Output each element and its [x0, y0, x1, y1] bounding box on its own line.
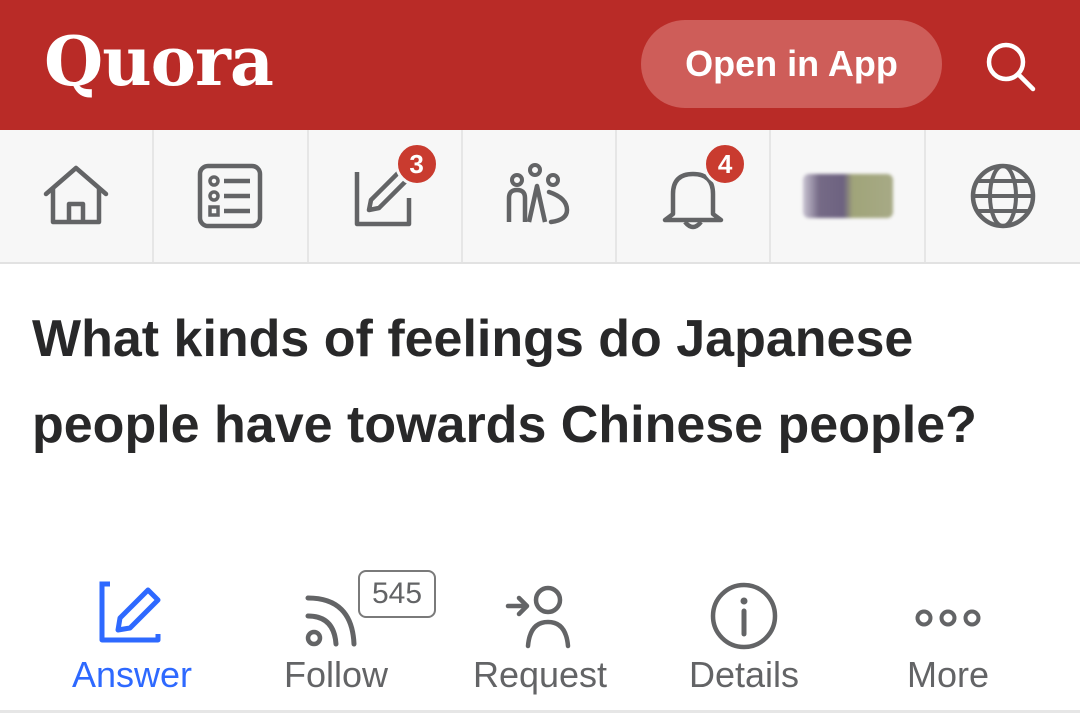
request-label: Request [472, 654, 608, 695]
quora-logo[interactable]: Quora [44, 22, 274, 102]
follow-count-badge: 545 [358, 570, 437, 618]
answer-list-icon [198, 163, 263, 229]
nav-language[interactable] [926, 130, 1080, 262]
top-header: Quora Open in App [0, 0, 1080, 130]
open-in-app-button[interactable]: Open in App [641, 20, 942, 108]
notifications-badge: 4 [703, 142, 748, 186]
nav-profile[interactable] [771, 130, 926, 262]
details-button[interactable]: Details [644, 566, 844, 706]
answer-label: Answer [71, 654, 193, 695]
avatar [802, 174, 893, 218]
search-button[interactable] [980, 36, 1040, 96]
home-icon [43, 165, 109, 225]
search-icon [986, 42, 1036, 92]
nav-write[interactable]: 3 [309, 130, 463, 262]
answer-pencil-icon [99, 581, 161, 643]
request-user-icon [505, 585, 571, 649]
spaces-icon [506, 163, 570, 225]
nav-bar: 3 4 [0, 130, 1080, 264]
details-label: Details [688, 654, 800, 695]
info-icon [710, 582, 778, 650]
follow-label: Follow [283, 654, 389, 695]
more-dots-icon [915, 609, 981, 627]
question-actions: Answer Follow Request Details More [0, 566, 1080, 712]
nav-spaces[interactable] [463, 130, 618, 262]
more-label: More [906, 654, 990, 695]
request-button[interactable]: Request [440, 566, 640, 706]
write-badge: 3 [394, 142, 439, 186]
answer-button[interactable]: Answer [32, 566, 232, 706]
nav-answer-list[interactable] [154, 130, 309, 262]
nav-home[interactable] [0, 130, 155, 262]
question-title[interactable]: What kinds of feelings do Japanese peopl… [32, 296, 1052, 468]
nav-notifications[interactable]: 4 [617, 130, 772, 262]
more-button[interactable]: More [848, 566, 1048, 706]
globe-icon [970, 163, 1036, 229]
